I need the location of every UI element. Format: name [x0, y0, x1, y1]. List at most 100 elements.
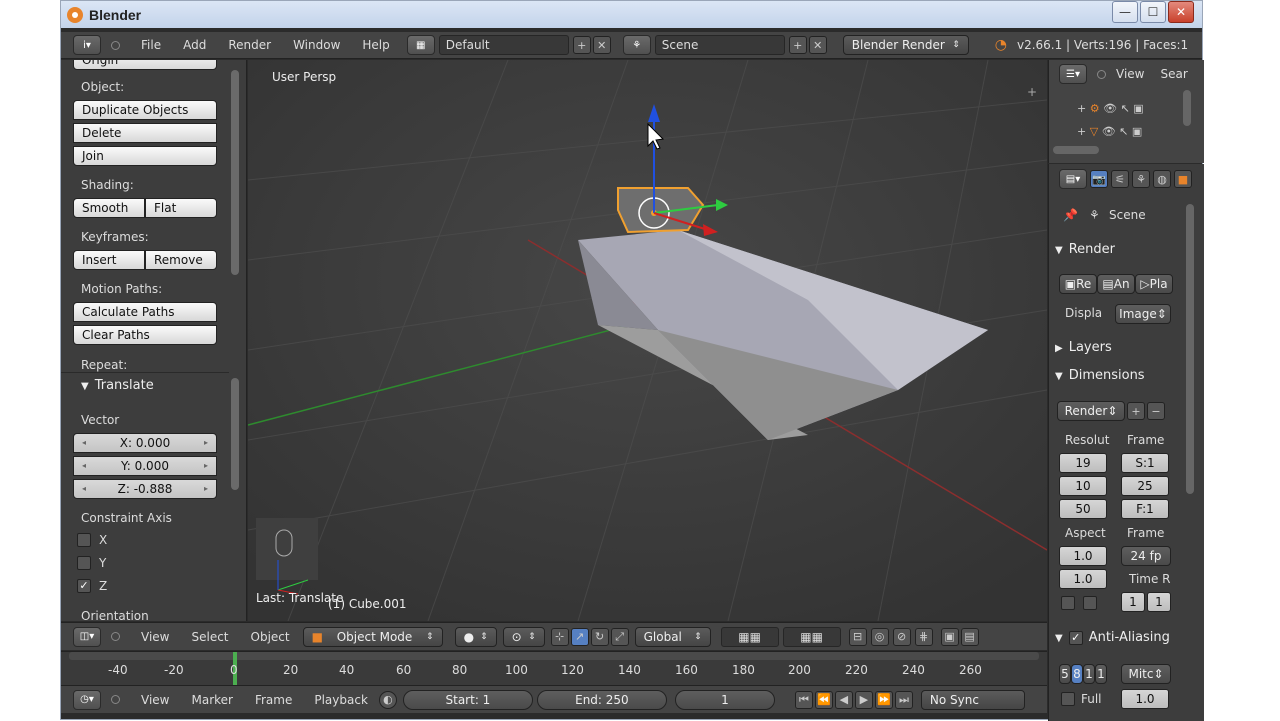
menu-marker[interactable]: Marker: [180, 693, 243, 707]
visibility-eye-icon[interactable]: 👁: [1103, 102, 1117, 115]
play-reverse-icon[interactable]: ◀: [834, 690, 853, 709]
timeline-ruler[interactable]: -40 -20 0 20 40 60 80 100 120 140 160 18…: [61, 651, 1047, 686]
editor-type-outliner-icon[interactable]: ☰▾: [1059, 64, 1087, 84]
collapse-menu-icon[interactable]: [111, 695, 120, 704]
editor-type-3d-icon[interactable]: ◫▾: [73, 626, 101, 647]
full-sample-checkbox[interactable]: [1061, 692, 1075, 706]
resolution-x-field[interactable]: 19: [1059, 453, 1107, 473]
pin-icon[interactable]: 📌: [1063, 208, 1078, 222]
render-section-header[interactable]: ▼ Render: [1055, 242, 1115, 257]
outliner-panel[interactable]: ☰▾ View Sear + ⚙ 👁 ↖ ▣ + ▽ 👁 ↖ ▣: [1048, 60, 1204, 163]
pivot-point-dropdown[interactable]: ⊙ ⇕: [502, 626, 545, 647]
time-remap-old-field[interactable]: 1: [1121, 592, 1145, 612]
vector-x-field[interactable]: ◂ X: 0.000 ▸: [73, 433, 217, 453]
aa-filter-dropdown[interactable]: Mitc ⇕: [1121, 664, 1171, 684]
current-frame-field[interactable]: 1: [674, 689, 775, 710]
menu-frame[interactable]: Frame: [244, 693, 303, 707]
editor-type-timeline-icon[interactable]: ◷▾: [73, 689, 101, 710]
scene-layers-grid-2[interactable]: ▦▦: [782, 626, 841, 647]
duplicate-objects-button[interactable]: Duplicate Objects: [73, 100, 217, 120]
constraint-x-checkbox[interactable]: [77, 533, 91, 547]
remove-keyframe-button[interactable]: Remove: [145, 250, 217, 270]
scale-manipulator-icon[interactable]: ⤢: [610, 627, 629, 646]
world-tab-icon[interactable]: ◍: [1153, 170, 1171, 188]
menu-object[interactable]: Object: [240, 630, 301, 644]
tool-shelf[interactable]: Origin Object: Duplicate Objects Delete …: [61, 60, 247, 621]
flat-button[interactable]: Flat: [145, 198, 217, 218]
calculate-paths-button[interactable]: Calculate Paths: [73, 302, 217, 322]
collapse-menu-icon[interactable]: [111, 40, 120, 50]
prev-keyframe-icon[interactable]: ⏪: [814, 690, 833, 709]
border-checkbox[interactable]: [1061, 596, 1075, 610]
render-opengl-icon[interactable]: ▣: [940, 627, 959, 646]
screen-layout-icon[interactable]: ▦: [406, 35, 435, 55]
transform-orientation-dropdown[interactable]: Global ⇕: [634, 626, 711, 647]
aspect-x-field[interactable]: 1.0: [1059, 546, 1107, 566]
keying-set-icon[interactable]: ◐: [378, 690, 397, 709]
menu-view[interactable]: View: [130, 693, 180, 707]
3d-viewport[interactable]: + User Persp (1) Cube.001 Last: Translat…: [248, 60, 1047, 621]
remove-scene-icon[interactable]: ✕: [808, 36, 827, 54]
frame-end-field[interactable]: 25: [1121, 476, 1169, 496]
outliner-row[interactable]: + ▽ 👁 ↖ ▣: [1077, 125, 1142, 138]
play-animation-button[interactable]: ▷ Pla: [1135, 274, 1173, 294]
properties-panel[interactable]: ▤▾ 📷 ⚟ ⚘ ◍ ■ 📌 ⚘ Scene ▼ Render ▣ Re ▤ An ▷…: [1048, 164, 1204, 721]
decrement-arrow-icon[interactable]: ◂: [82, 480, 86, 498]
minimize-button[interactable]: —: [1112, 1, 1138, 23]
sync-mode-dropdown[interactable]: No Sync: [920, 689, 1025, 710]
object-tab-icon[interactable]: ■: [1174, 170, 1192, 188]
render-preset-dropdown[interactable]: Render ⇕: [1057, 401, 1125, 421]
timeline-scrollbar[interactable]: [69, 652, 1039, 660]
menu-file[interactable]: File: [130, 38, 172, 52]
selectable-cursor-icon[interactable]: ↖: [1121, 102, 1130, 115]
aa-samples-option[interactable]: 1: [1095, 664, 1107, 684]
menu-add[interactable]: Add: [172, 38, 217, 52]
scroll-thumb[interactable]: [231, 378, 239, 490]
aspect-y-field[interactable]: 1.0: [1059, 569, 1107, 589]
jump-start-icon[interactable]: ⏮: [794, 690, 813, 709]
decrement-arrow-icon[interactable]: ◂: [82, 457, 86, 475]
outliner-menu-view[interactable]: View: [1116, 67, 1144, 81]
viewport-plus-icon[interactable]: +: [1027, 85, 1037, 99]
clear-paths-button[interactable]: Clear Paths: [73, 325, 217, 345]
constraint-y-checkbox[interactable]: [77, 556, 91, 570]
add-scene-icon[interactable]: +: [788, 36, 807, 54]
render-engine-dropdown[interactable]: Blender Render ⇕: [842, 35, 969, 55]
translate-manipulator-icon[interactable]: ↗: [570, 627, 589, 646]
scene-tab-icon[interactable]: ⚘: [1132, 170, 1150, 188]
insert-keyframe-button[interactable]: Insert: [73, 250, 145, 270]
render-layers-tab-icon[interactable]: ⚟: [1111, 170, 1129, 188]
increment-arrow-icon[interactable]: ▸: [204, 434, 208, 452]
resolution-y-field[interactable]: 10: [1059, 476, 1107, 496]
delete-button[interactable]: Delete: [73, 123, 217, 143]
outliner-row[interactable]: + ⚙ 👁 ↖ ▣: [1077, 102, 1144, 115]
outliner-v-scrollbar[interactable]: [1183, 90, 1191, 126]
expand-icon[interactable]: +: [1077, 125, 1086, 138]
outliner-h-scrollbar[interactable]: [1053, 146, 1099, 154]
maximize-button[interactable]: ☐: [1140, 1, 1166, 23]
vector-z-field[interactable]: ◂ Z: -0.888 ▸: [73, 479, 217, 499]
dimensions-section-header[interactable]: ▼ Dimensions: [1055, 368, 1145, 383]
render-anim-opengl-icon[interactable]: ▤: [960, 627, 979, 646]
shelf-scrollbar[interactable]: [229, 60, 241, 621]
snap-element-icon[interactable]: ⋕: [914, 627, 933, 646]
screen-layout-field[interactable]: Default: [438, 35, 569, 55]
constraint-z-checkbox[interactable]: ✓: [77, 579, 91, 593]
renderable-camera-icon[interactable]: ▣: [1132, 125, 1142, 138]
display-mode-dropdown[interactable]: Image ⇕: [1115, 304, 1171, 324]
menu-help[interactable]: Help: [351, 38, 400, 52]
crop-checkbox[interactable]: [1083, 596, 1097, 610]
aa-samples-selector[interactable]: 5 8 1 1: [1059, 664, 1107, 684]
end-frame-field[interactable]: End: 250: [536, 689, 667, 710]
decrement-arrow-icon[interactable]: ◂: [82, 434, 86, 452]
renderable-camera-icon[interactable]: ▣: [1133, 102, 1143, 115]
manipulator-toggle-icon[interactable]: ⊹: [550, 627, 569, 646]
viewport-shading-dropdown[interactable]: ● ⇕: [454, 626, 497, 647]
start-frame-field[interactable]: Start: 1: [402, 689, 533, 710]
play-icon[interactable]: ▶: [854, 690, 873, 709]
translate-panel-header[interactable]: ▼ Translate: [81, 378, 154, 393]
rotate-manipulator-icon[interactable]: ↻: [590, 627, 609, 646]
vector-y-field[interactable]: ◂ Y: 0.000 ▸: [73, 456, 217, 476]
scene-layers-grid[interactable]: ▦▦: [720, 626, 779, 647]
snap-toggle-icon[interactable]: ⊘: [892, 627, 911, 646]
